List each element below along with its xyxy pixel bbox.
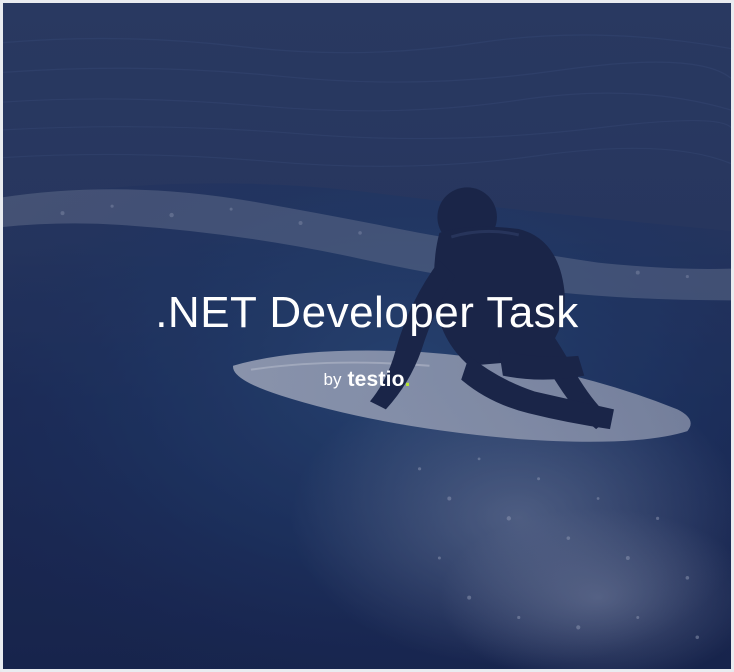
cover-card: .NET Developer Task by testio. [0,0,734,672]
by-label: by [323,370,342,389]
hero-banner: .NET Developer Task by testio. [3,3,731,669]
page-title: .NET Developer Task [155,288,579,337]
byline: by testio. [3,369,731,391]
testio-logo: testio [347,368,405,391]
testio-logo-dot: . [404,368,411,391]
